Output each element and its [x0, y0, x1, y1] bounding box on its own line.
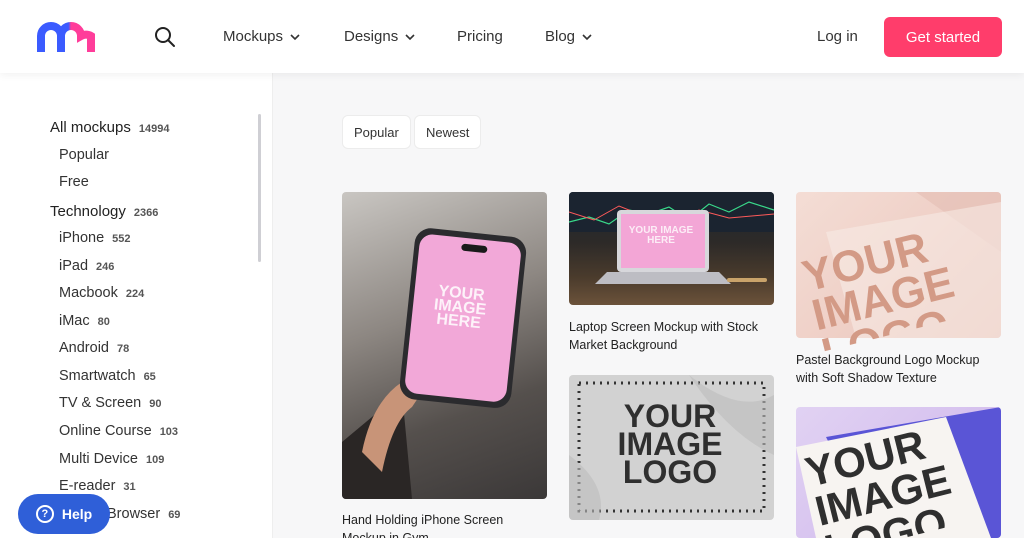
- card-title[interactable]: Laptop Screen Mockup with Stock Market B…: [569, 318, 774, 354]
- tab-newest[interactable]: Newest: [414, 115, 482, 149]
- card-placeholder-text: YOUR IMAGE HERE: [628, 225, 694, 246]
- category-count: 31: [123, 481, 136, 493]
- category-all-mockups[interactable]: All mockups 14994: [50, 119, 169, 136]
- category-count: 2366: [133, 207, 159, 219]
- category-label: Free: [59, 174, 89, 190]
- tab-popular[interactable]: Popular: [342, 115, 411, 149]
- category-count: 224: [125, 288, 145, 300]
- category-label: iPad: [59, 258, 89, 274]
- card-title[interactable]: Hand Holding iPhone Screen Mockup in Gym: [342, 511, 542, 538]
- sidebar-item-iphone[interactable]: iPhone 552: [59, 230, 131, 246]
- category-label: Macbook: [59, 285, 118, 301]
- sidebar-item-multi-device[interactable]: Multi Device 109: [59, 451, 164, 467]
- category-label: Online Course: [59, 423, 152, 439]
- site-logo[interactable]: [36, 22, 98, 54]
- category-count: 69: [168, 509, 181, 521]
- hand-phone-illustration: [342, 228, 527, 499]
- mockup-thumbnail-iphone-gym[interactable]: [342, 192, 547, 499]
- question-icon: ?: [35, 505, 54, 523]
- category-label: TV & Screen: [59, 395, 142, 411]
- category-label: iMac: [59, 313, 90, 329]
- sidebar-item-online-course[interactable]: Online Course 103: [59, 423, 178, 439]
- card-placeholder-text: YOUR IMAGE LOGO: [617, 402, 723, 490]
- category-sidebar: [0, 73, 273, 538]
- login-link[interactable]: Log in: [817, 28, 858, 45]
- sidebar-item-macbook[interactable]: Macbook 224: [59, 285, 144, 301]
- category-count: 103: [159, 426, 179, 438]
- nav-pricing-label: Pricing: [457, 28, 503, 45]
- category-label: Technology: [50, 203, 126, 220]
- category-count: 246: [96, 261, 115, 273]
- sidebar-item-ipad[interactable]: iPad 246: [59, 258, 114, 274]
- sidebar-item-imac[interactable]: iMac 80: [59, 313, 110, 329]
- category-free[interactable]: Free: [59, 174, 89, 190]
- category-count: 109: [145, 454, 165, 466]
- category-label: Popular: [59, 147, 109, 163]
- sidebar-item-browser[interactable]: Browser 69: [107, 506, 180, 522]
- category-count: 14994: [138, 123, 170, 135]
- category-count: 78: [116, 343, 130, 355]
- chevron-down-icon: [290, 33, 300, 40]
- top-navbar: Mockups Designs Pricing Blog Log in Get …: [0, 0, 1024, 73]
- nav-designs[interactable]: Designs: [344, 28, 416, 45]
- card-title[interactable]: Pastel Background Logo Mockup with Soft …: [796, 351, 1001, 387]
- category-count: 80: [97, 316, 110, 328]
- category-popular[interactable]: Popular: [59, 147, 109, 163]
- laptop-illustration: [569, 192, 774, 284]
- help-label: Help: [61, 506, 93, 522]
- nav-blog[interactable]: Blog: [545, 28, 593, 45]
- search-icon[interactable]: [154, 26, 176, 48]
- sidebar-item-smartwatch[interactable]: Smartwatch 65: [59, 368, 156, 384]
- nav-blog-label: Blog: [545, 28, 576, 45]
- category-technology[interactable]: Technology 2366: [50, 203, 158, 220]
- get-started-button[interactable]: Get started: [884, 17, 1002, 57]
- nav-mockups[interactable]: Mockups: [223, 28, 301, 45]
- category-count: 90: [149, 398, 162, 410]
- sidebar-item-tv-screen[interactable]: TV & Screen 90: [59, 395, 161, 411]
- sidebar-item-e-reader[interactable]: E-reader 31: [59, 478, 136, 494]
- help-button[interactable]: ? Help: [18, 494, 110, 534]
- category-label: Browser: [107, 506, 161, 522]
- nav-designs-label: Designs: [344, 28, 399, 45]
- chevron-down-icon: [405, 33, 415, 40]
- chevron-down-icon: [582, 33, 592, 40]
- sidebar-scrollbar[interactable]: [258, 114, 261, 262]
- category-label: All mockups: [50, 119, 131, 136]
- category-count: 552: [112, 233, 131, 245]
- nav-pricing[interactable]: Pricing: [457, 28, 503, 45]
- category-label: Smartwatch: [59, 368, 136, 384]
- category-count: 65: [143, 371, 156, 383]
- nav-mockups-label: Mockups: [223, 28, 284, 45]
- category-label: E-reader: [59, 478, 116, 494]
- sidebar-item-android[interactable]: Android 78: [59, 340, 129, 356]
- mockup-thumbnail-laptop-stock[interactable]: [569, 192, 774, 305]
- category-label: iPhone: [59, 230, 105, 246]
- category-label: Android: [59, 340, 109, 356]
- category-label: Multi Device: [59, 451, 138, 467]
